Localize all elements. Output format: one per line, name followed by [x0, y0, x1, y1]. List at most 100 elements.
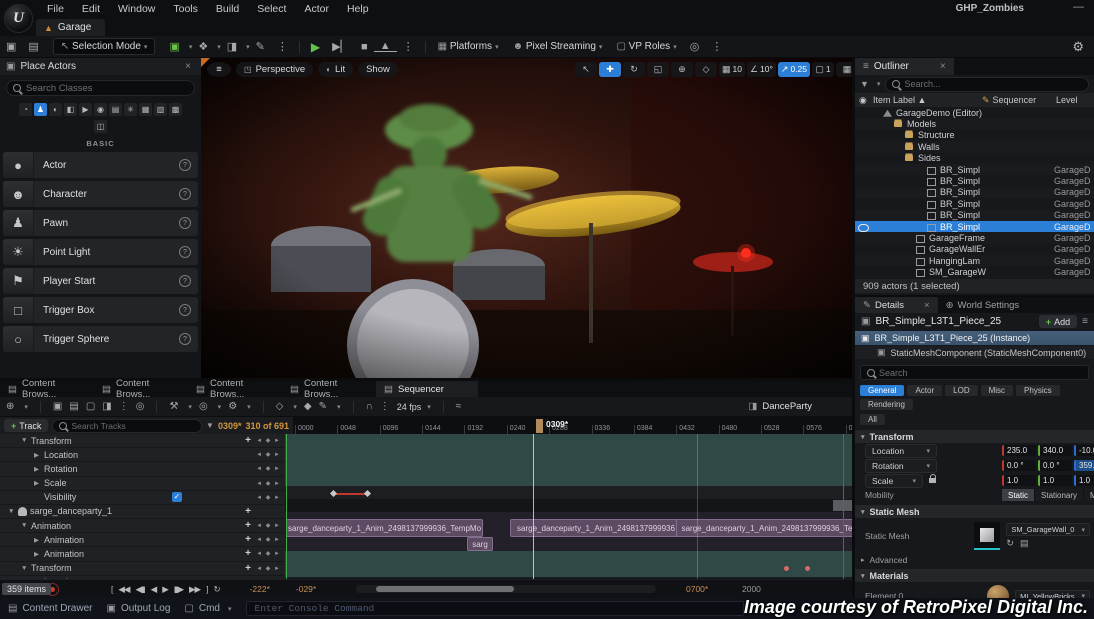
transport-button[interactable]: ] — [206, 584, 207, 594]
help-icon[interactable]: ? — [179, 304, 191, 316]
outliner-row[interactable]: BR_Simpl GarageD — [855, 210, 1094, 221]
surface-snap-icon[interactable]: ◇ — [695, 62, 717, 77]
cmd-dropdown[interactable]: ▢ Cmd ▾ — [184, 603, 231, 614]
add-section-icon[interactable]: + — [245, 506, 251, 517]
recently-placed-icon[interactable]: ◔ — [19, 103, 32, 116]
filter-chip[interactable]: LOD — [945, 385, 977, 396]
place-actor-item[interactable]: ♟ Pawn ? — [3, 210, 198, 236]
selection-mode-dropdown[interactable]: ↖ Selection Mode ▾ — [53, 38, 156, 55]
track-row[interactable]: Rotation ✓ + ◄ ◆ ► — [0, 462, 285, 476]
expander-icon[interactable] — [21, 437, 31, 444]
mobility-option[interactable]: Stationary — [1035, 489, 1084, 501]
render-movie-icon[interactable]: ◨ — [102, 401, 111, 412]
bottom-tab[interactable]: ▤ Content Brows... — [282, 381, 376, 397]
content-browser-icon[interactable]: ▤ — [22, 40, 44, 53]
output-log-button[interactable]: ▣ Output Log — [106, 603, 170, 614]
bottom-tab[interactable]: ▤ Content Brows... — [94, 381, 188, 397]
perspective-dropdown[interactable]: ◳ Perspective — [236, 62, 313, 77]
scale-x-field[interactable]: 1.0 — [1002, 475, 1036, 486]
outliner-column-headers[interactable]: ◉ Item Label ▲ ✎ Sequencer Level — [855, 93, 1094, 107]
save-icon[interactable]: ▣ — [53, 401, 62, 412]
filter-icon[interactable]: ▼ — [860, 79, 869, 89]
expander-icon[interactable] — [34, 465, 44, 473]
move-tool-icon[interactable]: ✚ — [599, 62, 621, 77]
place-actors-tab[interactable]: ▣ Place Actors × — [0, 58, 201, 75]
details-options-icon[interactable]: ≡ — [1082, 316, 1088, 327]
expander-icon[interactable] — [34, 451, 44, 459]
view-options-icon[interactable]: ◎ — [199, 401, 208, 412]
volumes-icon[interactable]: ▧ — [154, 103, 167, 116]
timeline-scrollbar[interactable] — [356, 585, 656, 593]
search-tracks-box[interactable]: Search Tracks — [52, 419, 202, 433]
bottom-tab[interactable]: ▤ Content Brows... — [0, 381, 94, 397]
basic-icon[interactable]: ♟ — [34, 103, 47, 116]
filter-chip[interactable]: General — [860, 385, 904, 396]
virtual-camera-icon[interactable]: ◎ — [684, 40, 706, 53]
track-row[interactable]: Animation ✓ + ◄ ◆ ► — [0, 533, 285, 547]
lock-icon[interactable] — [929, 478, 936, 483]
timeline-area[interactable]: sarge_danceparty_1_Anim_2498137999936_Te… — [285, 434, 852, 579]
filter-chip[interactable]: Rendering — [860, 399, 913, 410]
outliner-row[interactable]: Models — [855, 118, 1094, 129]
keyframe-nav-icons[interactable]: ◄ ◆ ► — [256, 437, 281, 444]
transport-button[interactable]: ▮▶ — [174, 584, 183, 595]
auto-key-icon[interactable]: ◆ — [304, 401, 312, 412]
browse-icon[interactable]: ▤ — [69, 401, 78, 412]
outliner-row[interactable]: Sides — [855, 153, 1094, 164]
scale-dropdown[interactable]: Scale ▾ — [865, 474, 923, 488]
transport-button[interactable]: ▶▶ — [189, 584, 200, 595]
menu-item[interactable]: Window — [109, 3, 164, 15]
scale-z-field[interactable]: 1.0 — [1074, 475, 1094, 486]
range-in-value[interactable]: -029* — [296, 584, 316, 594]
close-icon[interactable]: × — [924, 300, 930, 311]
more-categories-icon[interactable]: ◫ — [94, 120, 107, 133]
step-forward-button[interactable]: ▶▏ — [326, 40, 355, 53]
eye-icon[interactable] — [858, 224, 869, 232]
outliner-tab[interactable]: ≡ Outliner × — [855, 58, 954, 75]
kebab-icon[interactable]: ⋮ — [380, 401, 390, 412]
track-row[interactable]: Location ✓ + ◄ ◆ ► — [0, 448, 285, 462]
keyframe-nav-icons[interactable]: ◄ ◆ ► — [256, 522, 281, 529]
select-tool-icon[interactable]: ↖ — [575, 62, 597, 77]
mobility-option[interactable]: Static — [1002, 489, 1035, 501]
viewport-options-icon[interactable]: ≡ — [207, 62, 231, 77]
expander-icon[interactable] — [21, 522, 31, 529]
expander-icon[interactable] — [34, 536, 44, 544]
play-button[interactable]: ▶ — [305, 40, 326, 54]
rotation-snap-toggle[interactable]: ∠10° — [747, 62, 776, 77]
keyframe-nav-icons[interactable]: ◄ ◆ ► — [256, 451, 281, 458]
add-section-icon[interactable]: + — [245, 435, 251, 446]
menu-item[interactable]: Help — [338, 3, 378, 15]
add-section-icon[interactable]: + — [245, 520, 251, 531]
track-row[interactable]: Transform ✓ + ◄ ◆ ► — [0, 562, 285, 576]
fps-dropdown[interactable]: 24 fps ▾ — [397, 402, 431, 412]
lights-icon[interactable]: ◐ — [49, 103, 62, 116]
filter-icon[interactable]: ▼ — [206, 421, 214, 430]
static-mesh-thumbnail[interactable] — [974, 522, 1000, 550]
blueprints-icon[interactable]: ❖ — [192, 40, 214, 53]
menu-item[interactable]: File — [38, 3, 73, 15]
bottom-tab[interactable]: ▤ Sequencer — [376, 381, 478, 397]
outliner-row[interactable]: GarageDemo (Editor) — [855, 107, 1094, 118]
filter-chip[interactable]: Actor — [907, 385, 942, 396]
visibility-column-eye-icon[interactable]: ◉ — [859, 95, 873, 106]
filter-chip-all[interactable]: All — [860, 414, 885, 425]
mobility-option[interactable]: Movable — [1084, 489, 1094, 501]
outliner-row[interactable]: BR_Simpl GarageD — [855, 198, 1094, 209]
component-row-instance[interactable]: ▣ BR_Simple_L3T1_Piece_25 (Instance) — [855, 331, 1094, 345]
keyframe-dot[interactable] — [805, 566, 810, 571]
outliner-row[interactable]: BR_Simpl GarageD — [855, 221, 1094, 232]
camera-icon[interactable]: ▢ — [86, 401, 95, 412]
outliner-row[interactable]: GarageFrame GarageD — [855, 232, 1094, 243]
help-icon[interactable]: ? — [179, 333, 191, 345]
toolbar-kebab2-icon[interactable]: ⋮ — [705, 40, 728, 53]
scale-y-field[interactable]: 1.0 — [1038, 475, 1072, 486]
playback-options-icon[interactable]: ⚙ — [228, 401, 237, 412]
menu-item[interactable]: Actor — [295, 3, 338, 15]
rotation-z-field[interactable]: 359.999 — [1074, 460, 1094, 471]
help-icon[interactable]: ? — [179, 275, 191, 287]
keyframe-options-icon[interactable]: ◇ — [276, 401, 284, 412]
static-mesh-section-header[interactable]: ▾ Static Mesh — [855, 505, 1094, 518]
snap-magnet-icon[interactable]: ∩ — [366, 401, 373, 412]
add-section-icon[interactable]: + — [245, 563, 251, 574]
